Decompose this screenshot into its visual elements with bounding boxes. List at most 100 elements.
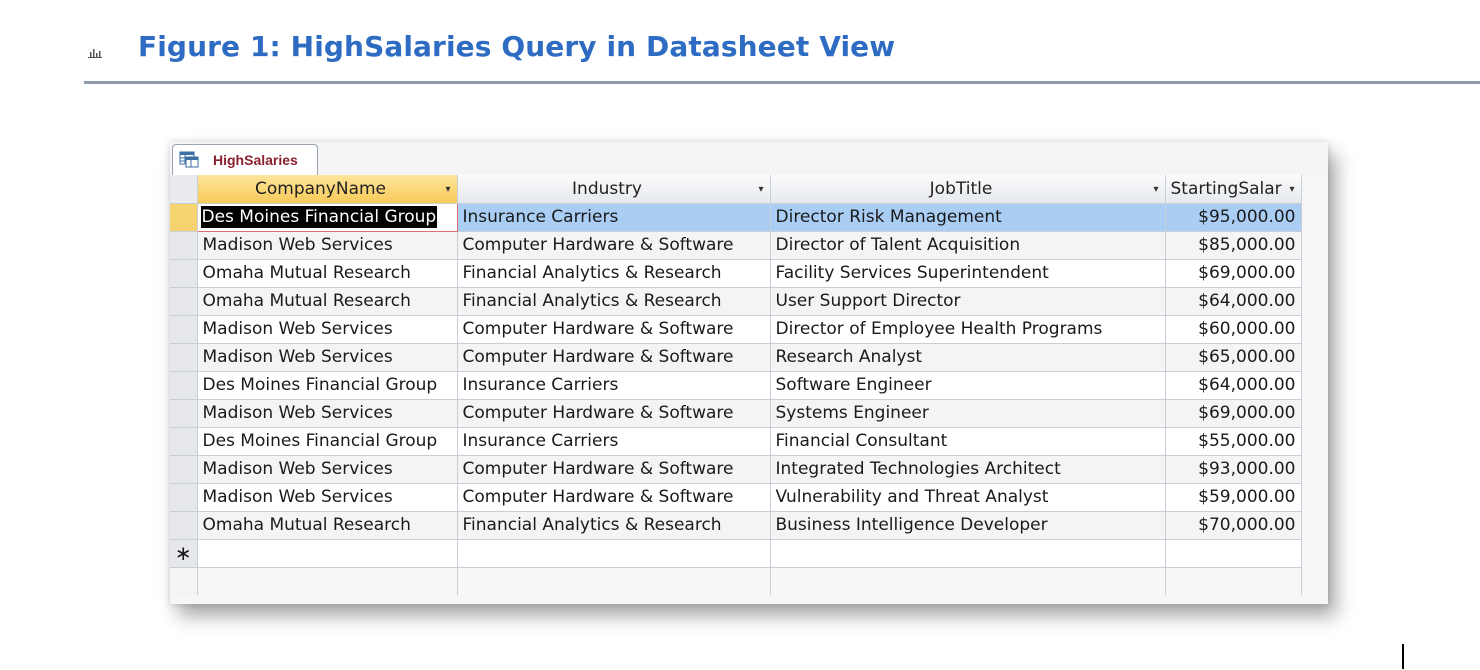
table-row[interactable]: Madison Web Services Computer Hardware &… — [170, 455, 1302, 484]
table-cell[interactable]: Financial Analytics & Research — [457, 259, 771, 288]
table-cell[interactable] — [457, 539, 771, 568]
record-selector-blank — [170, 567, 198, 595]
table-cell[interactable]: Director Risk Management — [770, 203, 1166, 232]
table-cell[interactable]: $95,000.00 — [1165, 203, 1302, 232]
table-cell[interactable] — [197, 539, 458, 568]
table-cell[interactable]: $59,000.00 — [1165, 483, 1302, 512]
table-cell[interactable]: Computer Hardware & Software — [457, 455, 771, 484]
dropdown-arrow-icon[interactable]: ▾ — [758, 184, 763, 195]
table-cell[interactable]: $60,000.00 — [1165, 315, 1302, 344]
document-page: Figure 1: HighSalaries Query in Datashee… — [0, 0, 1480, 670]
table-row[interactable]: Madison Web Services Computer Hardware &… — [170, 315, 1302, 344]
table-cell[interactable]: Systems Engineer — [770, 399, 1166, 428]
table-cell[interactable]: Software Engineer — [770, 371, 1166, 400]
column-header-companyname[interactable]: CompanyName ▾ — [197, 175, 458, 204]
table-cell[interactable]: Computer Hardware & Software — [457, 315, 771, 344]
table-cell[interactable]: $69,000.00 — [1165, 399, 1302, 428]
column-header-industry[interactable]: Industry ▾ — [457, 175, 771, 204]
table-cell[interactable]: Madison Web Services — [197, 343, 458, 372]
record-selector[interactable] — [170, 427, 198, 456]
new-record-icon[interactable]: ∗ — [170, 539, 198, 568]
table-cell[interactable]: Madison Web Services — [197, 231, 458, 260]
tab-highsalaries[interactable]: HighSalaries — [172, 144, 318, 175]
record-selector[interactable] — [170, 483, 198, 512]
table-cell[interactable]: Director of Employee Health Programs — [770, 315, 1166, 344]
table-row[interactable]: Madison Web Services Computer Hardware &… — [170, 231, 1302, 260]
figure-heading: Figure 1: HighSalaries Query in Datashee… — [84, 22, 1480, 84]
record-selector[interactable] — [170, 455, 198, 484]
column-header-label: StartingSalar — [1170, 178, 1282, 199]
table-row[interactable]: Des Moines Financial Group Insurance Car… — [170, 202, 1302, 232]
empty-area-row — [170, 567, 1302, 595]
table-cell[interactable]: Business Intelligence Developer — [770, 511, 1166, 540]
table-cell[interactable]: Madison Web Services — [197, 315, 458, 344]
table-cell[interactable]: Des Moines Financial Group — [197, 427, 458, 456]
dropdown-arrow-icon[interactable]: ▾ — [1153, 184, 1158, 195]
table-cell[interactable]: $85,000.00 — [1165, 231, 1302, 260]
record-selector[interactable] — [170, 259, 198, 288]
table-row[interactable]: Omaha Mutual Research Financial Analytic… — [170, 287, 1302, 316]
table-row[interactable]: Des Moines Financial Group Insurance Car… — [170, 427, 1302, 456]
table-row[interactable]: Madison Web Services Computer Hardware &… — [170, 399, 1302, 428]
table-cell[interactable]: Computer Hardware & Software — [457, 231, 771, 260]
table-cell[interactable]: $69,000.00 — [1165, 259, 1302, 288]
table-row[interactable]: Omaha Mutual Research Financial Analytic… — [170, 511, 1302, 540]
table-cell[interactable]: Insurance Carriers — [457, 427, 771, 456]
table-cell[interactable]: Insurance Carriers — [457, 371, 771, 400]
table-row[interactable]: Madison Web Services Computer Hardware &… — [170, 343, 1302, 372]
bar-chart-icon — [88, 49, 102, 58]
dropdown-arrow-icon[interactable]: ▾ — [1289, 184, 1294, 195]
record-selector[interactable] — [170, 231, 198, 260]
record-selector[interactable] — [170, 371, 198, 400]
table-cell[interactable]: Insurance Carriers — [457, 203, 771, 232]
table-cell[interactable]: Computer Hardware & Software — [457, 399, 771, 428]
record-selector[interactable] — [170, 343, 198, 372]
record-selector[interactable] — [170, 315, 198, 344]
table-row[interactable]: Omaha Mutual Research Financial Analytic… — [170, 259, 1302, 288]
figure-title: Figure 1: HighSalaries Query in Datashee… — [138, 30, 896, 63]
record-selector[interactable] — [170, 511, 198, 540]
select-all-corner[interactable] — [170, 175, 198, 204]
record-selector[interactable] — [170, 203, 198, 232]
table-cell[interactable]: $70,000.00 — [1165, 511, 1302, 540]
table-cell[interactable]: Vulnerability and Threat Analyst — [770, 483, 1166, 512]
table-cell[interactable]: $64,000.00 — [1165, 371, 1302, 400]
table-row[interactable]: Des Moines Financial Group Insurance Car… — [170, 371, 1302, 400]
table-cell[interactable]: User Support Director — [770, 287, 1166, 316]
table-cell[interactable]: Computer Hardware & Software — [457, 343, 771, 372]
table-cell[interactable]: $65,000.00 — [1165, 343, 1302, 372]
table-cell[interactable] — [1165, 539, 1302, 568]
table-cell[interactable]: $93,000.00 — [1165, 455, 1302, 484]
table-cell[interactable]: Financial Analytics & Research — [457, 287, 771, 316]
table-cell[interactable]: $64,000.00 — [1165, 287, 1302, 316]
text-cursor — [1402, 644, 1404, 669]
table-cell[interactable]: Computer Hardware & Software — [457, 483, 771, 512]
table-cell[interactable]: Financial Consultant — [770, 427, 1166, 456]
empty-area — [197, 567, 458, 595]
table-cell[interactable]: Omaha Mutual Research — [197, 259, 458, 288]
new-record-row[interactable]: ∗ — [170, 539, 1302, 568]
query-icon — [179, 151, 199, 168]
table-cell[interactable]: Des Moines Financial Group — [197, 371, 458, 400]
table-cell[interactable]: Omaha Mutual Research — [197, 511, 458, 540]
table-cell[interactable]: Financial Analytics & Research — [457, 511, 771, 540]
table-cell[interactable]: Omaha Mutual Research — [197, 287, 458, 316]
table-cell[interactable]: Des Moines Financial Group — [196, 202, 458, 232]
column-header-jobtitle[interactable]: JobTitle ▾ — [770, 175, 1166, 204]
table-cell[interactable]: Director of Talent Acquisition — [770, 231, 1166, 260]
record-selector[interactable] — [170, 399, 198, 428]
table-cell[interactable] — [770, 539, 1166, 568]
table-cell[interactable]: Research Analyst — [770, 343, 1166, 372]
column-header-startingsalary[interactable]: StartingSalar ▾ — [1165, 175, 1302, 204]
table-cell[interactable]: Madison Web Services — [197, 483, 458, 512]
record-selector[interactable] — [170, 287, 198, 316]
dropdown-arrow-icon[interactable]: ▾ — [445, 184, 450, 195]
table-row[interactable]: Madison Web Services Computer Hardware &… — [170, 483, 1302, 512]
table-cell[interactable]: Facility Services Superintendent — [770, 259, 1166, 288]
empty-area — [457, 567, 771, 595]
table-cell[interactable]: $55,000.00 — [1165, 427, 1302, 456]
table-cell[interactable]: Madison Web Services — [197, 399, 458, 428]
table-cell[interactable]: Madison Web Services — [197, 455, 458, 484]
table-cell[interactable]: Integrated Technologies Architect — [770, 455, 1166, 484]
datasheet-grid: CompanyName ▾ Industry ▾ JobTitle ▾ Star… — [170, 175, 1302, 595]
